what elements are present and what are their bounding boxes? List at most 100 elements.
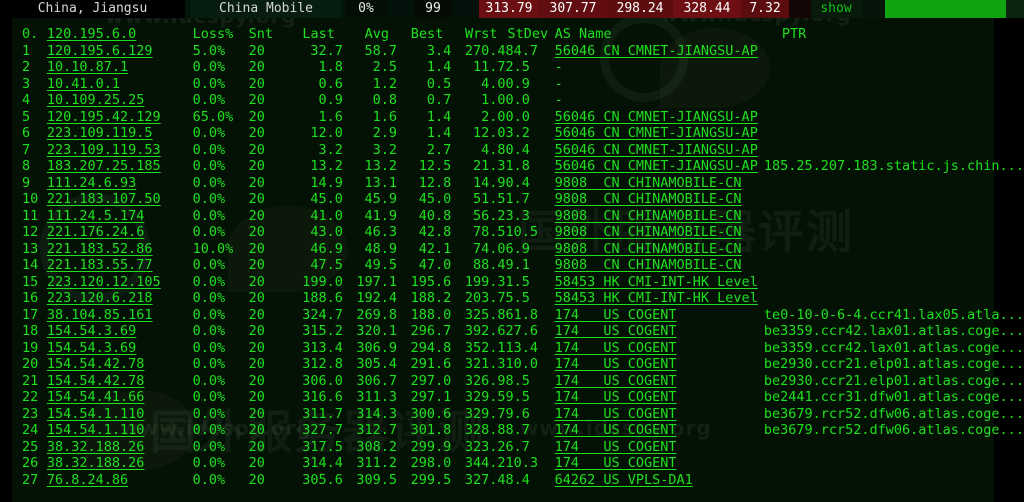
row-snt: 20 bbox=[248, 158, 265, 174]
row-index: 25 bbox=[22, 438, 39, 455]
row-ptr bbox=[764, 257, 1024, 274]
row-best: 42.1 bbox=[418, 240, 452, 257]
row-best: 296.7 bbox=[410, 323, 452, 339]
row-snt: 20 bbox=[248, 174, 265, 191]
row-ptr bbox=[764, 109, 1024, 126]
row-snt: 20 bbox=[248, 141, 265, 158]
row-last: 327.7 bbox=[302, 422, 343, 438]
row-avg: 13.1 bbox=[364, 174, 398, 191]
row-index: 6 bbox=[22, 125, 31, 141]
row-best: 297.1 bbox=[410, 389, 452, 405]
row-avg: 197.1 bbox=[356, 273, 398, 290]
row-best: 2.7 bbox=[426, 141, 452, 158]
row-as-name: - bbox=[554, 59, 563, 75]
row-stdev: 0.9 bbox=[505, 75, 530, 92]
header-loss: Loss% bbox=[192, 26, 234, 42]
row-ptr: be3359.ccr42.lax01.atlas.coge... bbox=[763, 339, 1024, 356]
progress-bar bbox=[885, 0, 1024, 18]
row-last: 32.7 bbox=[310, 42, 343, 59]
table-row: 1 120.195.6.129 5.0% 20 32.7 58.7 3.4 270.4 84.7… bbox=[22, 43, 1024, 60]
row-last: 46.9 bbox=[310, 240, 343, 257]
row-snt: 20 bbox=[248, 405, 265, 422]
row-as-name: 58453 HK CMI-INT-HK Level bbox=[554, 290, 758, 306]
row-snt: 20 bbox=[248, 290, 265, 306]
table-row: 14 221.183.55.77 0.0% 20 47.5 49.5 47.0 88.4 9.1… bbox=[22, 257, 1024, 274]
row-host: 154.54.42.78 bbox=[46, 356, 145, 372]
row-avg: 192.4 bbox=[356, 290, 398, 306]
row-last: 314.4 bbox=[302, 455, 343, 471]
row-avg: 45.9 bbox=[364, 191, 398, 207]
header-worst: Wrst bbox=[464, 26, 498, 42]
table-row: 9 111.24.6.93 0.0% 20 14.9 13.1 12.8 14.9 0.4 980… bbox=[22, 175, 1024, 192]
row-avg: 13.2 bbox=[364, 158, 398, 174]
row-worst: 392.6 bbox=[464, 323, 506, 339]
row-last: 45.0 bbox=[310, 191, 343, 207]
status-snt: 99 bbox=[413, 0, 453, 18]
table-row: 12 221.176.24.6 0.0% 20 43.0 46.3 42.8 78.5 10.5… bbox=[22, 224, 1024, 241]
row-snt: 20 bbox=[248, 372, 265, 389]
row-ptr bbox=[764, 43, 1024, 60]
table-row: 25 38.32.188.26 0.0% 20 317.5 308.2 299.9 323.2… bbox=[22, 439, 1024, 456]
row-snt: 20 bbox=[248, 306, 265, 323]
row-index: 26 bbox=[22, 455, 39, 471]
row-stdev: 3.2 bbox=[505, 125, 530, 141]
row-index: 27 bbox=[22, 471, 39, 488]
row-ptr bbox=[764, 191, 1024, 208]
row-stdev: 8.4 bbox=[505, 471, 530, 488]
row-worst: 329.7 bbox=[464, 405, 506, 422]
row-worst: 1.0 bbox=[481, 92, 506, 108]
table-row: 22 154.54.41.66 0.0% 20 316.6 311.3 297.1 329.5… bbox=[22, 389, 1024, 406]
row-index: 3 bbox=[22, 75, 31, 92]
row-best: 291.6 bbox=[410, 356, 452, 372]
row-as-name: 56046 CN CMNET-JIANGSU-AP bbox=[554, 125, 758, 141]
row-host: 221.183.52.86 bbox=[46, 240, 153, 257]
row-index: 21 bbox=[22, 372, 39, 389]
header-ptr: PTR bbox=[781, 26, 807, 42]
row-stdev: 9.1 bbox=[505, 257, 530, 273]
row-stdev: 10.5 bbox=[505, 224, 538, 240]
row-loss: 0.0% bbox=[192, 455, 226, 471]
row-best: 294.8 bbox=[410, 339, 452, 356]
row-loss: 0.0% bbox=[192, 224, 226, 240]
row-snt: 20 bbox=[248, 389, 265, 405]
row-best: 3.4 bbox=[426, 42, 452, 59]
row-host: 154.54.1.110 bbox=[46, 405, 145, 422]
row-stdev: 10.0 bbox=[505, 356, 538, 372]
row-worst: 12.0 bbox=[472, 125, 506, 141]
row-snt: 20 bbox=[248, 323, 265, 339]
row-stdev: 5.5 bbox=[505, 290, 530, 306]
show-button[interactable]: show bbox=[811, 0, 861, 18]
row-avg: 58.7 bbox=[364, 42, 398, 59]
row-worst: 14.9 bbox=[472, 174, 506, 191]
row-ptr bbox=[764, 472, 1024, 489]
row-host: 221.183.107.50 bbox=[46, 191, 161, 207]
row-host: 154.54.41.66 bbox=[46, 389, 145, 405]
row-stdev: 0.4 bbox=[505, 141, 530, 158]
row-snt: 20 bbox=[248, 92, 265, 108]
row-worst: 323.2 bbox=[464, 438, 506, 455]
row-snt: 20 bbox=[248, 356, 265, 372]
row-loss: 0.0% bbox=[192, 290, 226, 306]
row-as-name: 56046 CN CMNET-JIANGSU-AP bbox=[554, 141, 758, 158]
row-ptr bbox=[764, 208, 1024, 225]
mtr-terminal-window: China, Jiangsu China Mobile 0% 99 313.79… bbox=[0, 0, 1024, 502]
row-host: 38.32.188.26 bbox=[46, 438, 145, 455]
row-loss: 0.0% bbox=[192, 59, 226, 75]
row-ptr bbox=[764, 125, 1024, 142]
header-as-name: AS Name bbox=[554, 26, 612, 42]
row-snt: 20 bbox=[248, 339, 265, 356]
row-loss: 0.0% bbox=[192, 356, 226, 372]
row-last: 12.0 bbox=[310, 125, 343, 141]
row-index: 10 bbox=[22, 191, 39, 207]
row-stdev: 1.5 bbox=[505, 273, 530, 290]
row-last: 313.4 bbox=[302, 339, 343, 356]
row-snt: 20 bbox=[248, 42, 265, 59]
table-row: 13 221.183.52.86 10.0% 20 46.9 48.9 42.1 74.0 6.… bbox=[22, 241, 1024, 258]
row-ptr bbox=[764, 92, 1024, 109]
row-snt: 20 bbox=[248, 422, 265, 438]
row-last: 317.5 bbox=[302, 438, 343, 455]
row-index: 18 bbox=[22, 323, 39, 339]
row-as-name: 174 US COGENT bbox=[554, 389, 677, 405]
row-worst: 325.8 bbox=[464, 306, 506, 323]
row-ptr bbox=[764, 439, 1024, 456]
